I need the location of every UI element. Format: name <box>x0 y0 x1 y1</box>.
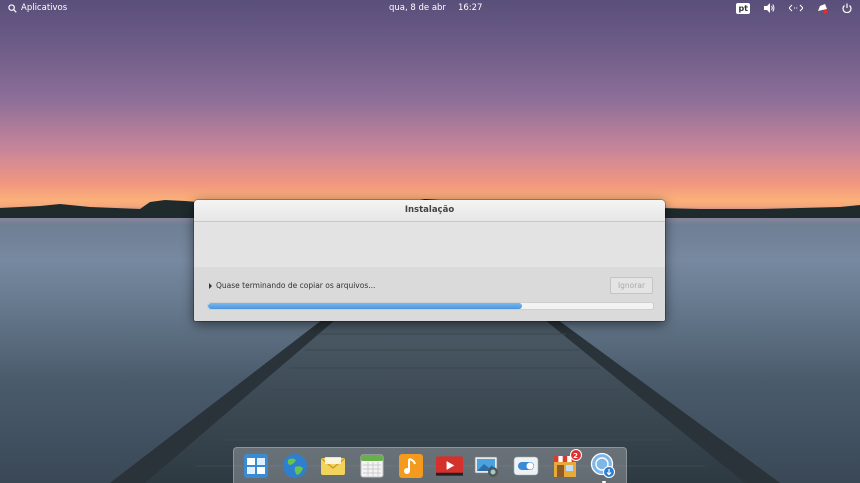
status-row[interactable]: Quase terminando de copiar os arquivos..… <box>209 281 375 290</box>
installer-window: Instalação Quase terminando de copiar os… <box>194 200 665 321</box>
dock-item-photos[interactable] <box>474 452 501 479</box>
network-icon[interactable] <box>789 4 803 12</box>
notifications-icon[interactable] <box>817 3 828 14</box>
dock-item-appcenter[interactable]: 2 <box>552 449 582 479</box>
toggle-switch-icon <box>514 456 539 475</box>
time-label: 16:27 <box>457 3 483 13</box>
installer-download-icon <box>590 452 616 478</box>
ignore-button[interactable]: Ignorar <box>610 277 653 294</box>
keyboard-layout-icon[interactable]: pt <box>736 2 750 14</box>
update-count-badge: 2 <box>569 449 582 461</box>
play-icon <box>435 455 463 476</box>
datetime-indicator[interactable]: qua, 8 de abr 16:27 <box>389 0 482 16</box>
envelope-icon <box>321 456 346 475</box>
progress-bar-fill <box>208 303 522 309</box>
top-panel: Aplicativos qua, 8 de abr 16:27 pt <box>0 0 860 16</box>
dock-item-calendar[interactable] <box>359 452 386 479</box>
globe-icon <box>282 453 307 478</box>
applications-menu[interactable]: Aplicativos <box>8 0 67 16</box>
status-label: Quase terminando de copiar os arquivos..… <box>216 281 376 290</box>
applications-label: Aplicativos <box>21 3 68 13</box>
dock-item-web-browser[interactable] <box>281 452 308 479</box>
volume-icon[interactable] <box>764 3 775 13</box>
dock-item-music[interactable] <box>397 452 424 479</box>
dock-item-system-settings[interactable] <box>513 452 540 479</box>
date-label: qua, 8 de abr <box>389 3 446 13</box>
expander-arrow-icon[interactable] <box>209 282 212 289</box>
camera-photo-icon <box>475 456 499 477</box>
dock-item-installer[interactable] <box>590 452 617 483</box>
progress-bar <box>207 302 654 310</box>
window-title[interactable]: Instalação <box>194 200 665 222</box>
music-note-icon <box>398 453 423 478</box>
calendar-icon <box>360 454 384 477</box>
dock-item-mail[interactable] <box>320 452 347 479</box>
power-icon[interactable] <box>842 3 852 13</box>
dock: 2 <box>233 447 627 483</box>
indicator-area: pt <box>736 0 852 16</box>
window-content <box>194 222 665 267</box>
search-icon <box>8 3 17 13</box>
windows-grid-icon <box>244 453 269 478</box>
dock-item-videos[interactable] <box>435 452 463 479</box>
dock-item-multitasking-view[interactable] <box>243 452 270 479</box>
progress-area: Quase terminando de copiar os arquivos..… <box>194 267 665 321</box>
